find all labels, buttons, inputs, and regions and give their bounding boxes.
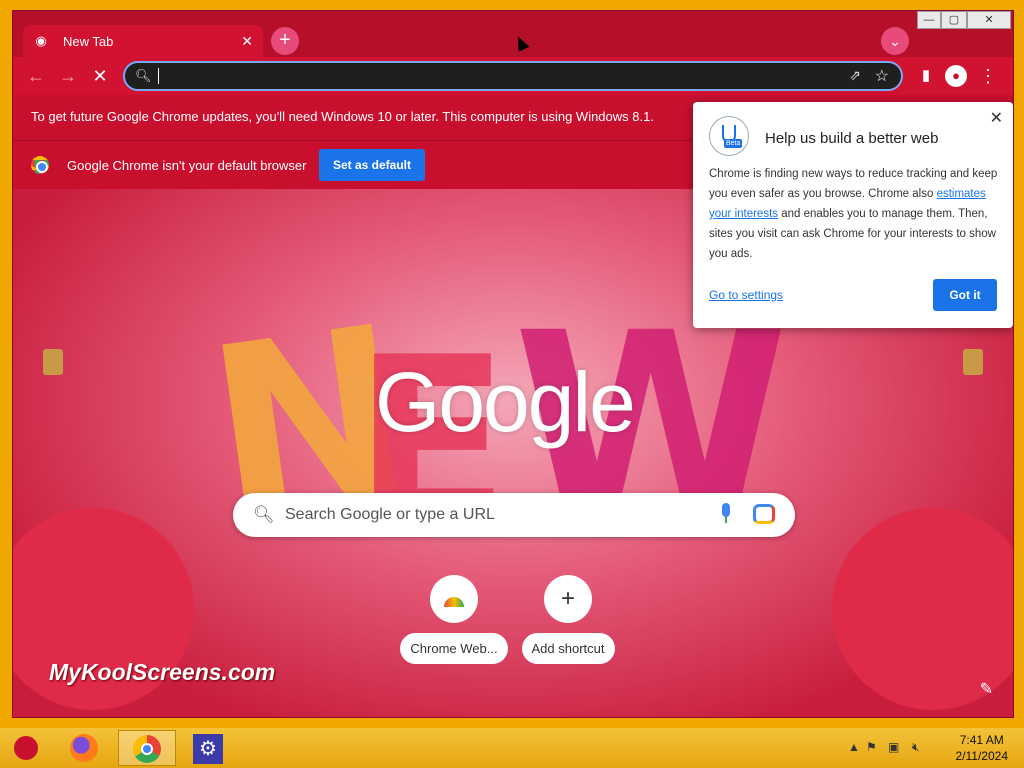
chrome-logo-icon bbox=[31, 156, 49, 174]
plus-icon: + bbox=[544, 575, 592, 623]
toolbar: ← → ✕ 🔍︎ ⇗ ☆ ▮ ● ⋮ bbox=[13, 57, 1013, 95]
watermark: MyKoolScreens.com bbox=[49, 659, 276, 685]
network-icon[interactable]: ▣ bbox=[888, 740, 899, 754]
bookmark-star-icon[interactable]: ☆ bbox=[875, 66, 889, 86]
back-button[interactable]: ← bbox=[23, 63, 49, 89]
gear-icon: ⚙ bbox=[193, 734, 223, 764]
beta-flask-icon: Beta bbox=[709, 116, 749, 156]
clock-time: 7:41 AM bbox=[959, 733, 1004, 747]
tab-label: New Tab bbox=[63, 33, 114, 49]
minimize-button[interactable]: — bbox=[917, 11, 941, 29]
action-center-flag-icon[interactable]: ⚑ bbox=[866, 740, 877, 754]
ntp-search-input[interactable] bbox=[285, 504, 705, 526]
taskbar: ⚙ ▲ ⚑ ▣ 🔇︎ 7:41 AM 2/11/2024 bbox=[0, 728, 1024, 768]
search-icon: 🔍︎ bbox=[253, 505, 275, 524]
shortcut-icon bbox=[430, 575, 478, 623]
new-tab-button[interactable]: + bbox=[271, 27, 299, 55]
microphone-icon[interactable] bbox=[719, 503, 733, 525]
address-input[interactable] bbox=[165, 66, 805, 86]
ornament-cap-right bbox=[963, 349, 983, 375]
profile-avatar-icon[interactable]: ● bbox=[945, 65, 967, 87]
clock-date: 2/11/2024 bbox=[955, 749, 1009, 763]
system-tray: ▲ ⚑ ▣ 🔇︎ 7:41 AM 2/11/2024 bbox=[844, 728, 1024, 768]
ornament-ball-icon bbox=[14, 736, 38, 760]
chrome-taskbar-icon[interactable] bbox=[118, 730, 176, 766]
chrome-window: ◉ New Tab ✕ + ⌄ — ▢ ✕ ← → ✕ 🔍︎ ⇗ ☆ ▮ ● ⋮… bbox=[12, 10, 1014, 718]
maximize-button[interactable]: ▢ bbox=[941, 11, 967, 29]
clock[interactable]: 7:41 AM 2/11/2024 bbox=[956, 732, 1009, 764]
firefox-icon bbox=[70, 734, 98, 762]
tab-close-icon[interactable]: ✕ bbox=[241, 33, 253, 50]
update-infobar-text: To get future Google Chrome updates, you… bbox=[31, 109, 654, 124]
chrome-favicon-icon: ◉ bbox=[35, 33, 47, 48]
default-browser-text: Google Chrome isn't your default browser bbox=[67, 158, 307, 173]
show-hidden-icons-chevron-icon[interactable]: ▲ bbox=[848, 740, 860, 754]
shortcut-label: Chrome Web... bbox=[400, 633, 508, 664]
title-bar: ◉ New Tab ✕ + ⌄ — ▢ ✕ bbox=[13, 11, 1013, 57]
got-it-button[interactable]: Got it bbox=[933, 279, 997, 311]
go-to-settings-link[interactable]: Go to settings bbox=[709, 288, 783, 302]
tab-search-button[interactable]: ⌄ bbox=[881, 27, 909, 55]
google-lens-icon[interactable] bbox=[753, 504, 775, 524]
tab-new-tab[interactable]: ◉ New Tab ✕ bbox=[23, 25, 263, 57]
stop-loading-button[interactable]: ✕ bbox=[87, 63, 113, 89]
search-icon: 🔍︎ bbox=[135, 68, 152, 83]
firefox-taskbar-icon[interactable] bbox=[60, 730, 108, 766]
address-bar[interactable]: 🔍︎ ⇗ ☆ bbox=[123, 61, 903, 91]
settings-taskbar-icon[interactable]: ⚙ bbox=[184, 730, 232, 766]
ornament-cap-left bbox=[43, 349, 63, 375]
chrome-icon bbox=[133, 735, 161, 763]
window-close-button[interactable]: ✕ bbox=[967, 11, 1011, 29]
share-icon[interactable]: ⇗ bbox=[849, 67, 861, 84]
privacy-sandbox-dialog: Beta Help us build a better web ✕ Chrome… bbox=[693, 102, 1013, 328]
shortcut-label: Add shortcut bbox=[521, 633, 615, 664]
close-icon[interactable]: ✕ bbox=[990, 108, 1003, 128]
chrome-web-store-icon bbox=[444, 597, 464, 607]
volume-muted-icon[interactable]: 🔇︎ bbox=[912, 740, 920, 755]
dialog-body: Chrome is finding new ways to reduce tra… bbox=[709, 164, 999, 264]
forward-button[interactable]: → bbox=[55, 63, 81, 89]
google-logo: Google bbox=[375, 355, 636, 449]
text-caret bbox=[158, 68, 159, 84]
beta-tag: Beta bbox=[724, 139, 743, 148]
kebab-menu-icon[interactable]: ⋮ bbox=[977, 65, 999, 87]
dialog-title: Help us build a better web bbox=[765, 130, 939, 147]
side-panel-icon[interactable]: ▮ bbox=[915, 65, 937, 87]
shortcut-chrome-web-store[interactable]: Chrome Web... bbox=[399, 575, 509, 664]
start-ornament-icon[interactable] bbox=[2, 730, 50, 766]
shortcut-add[interactable]: + Add shortcut bbox=[513, 575, 623, 664]
customize-pencil-icon[interactable]: ✎ bbox=[980, 679, 993, 699]
set-as-default-button[interactable]: Set as default bbox=[319, 149, 425, 181]
ntp-search-box[interactable]: 🔍︎ bbox=[233, 493, 795, 537]
